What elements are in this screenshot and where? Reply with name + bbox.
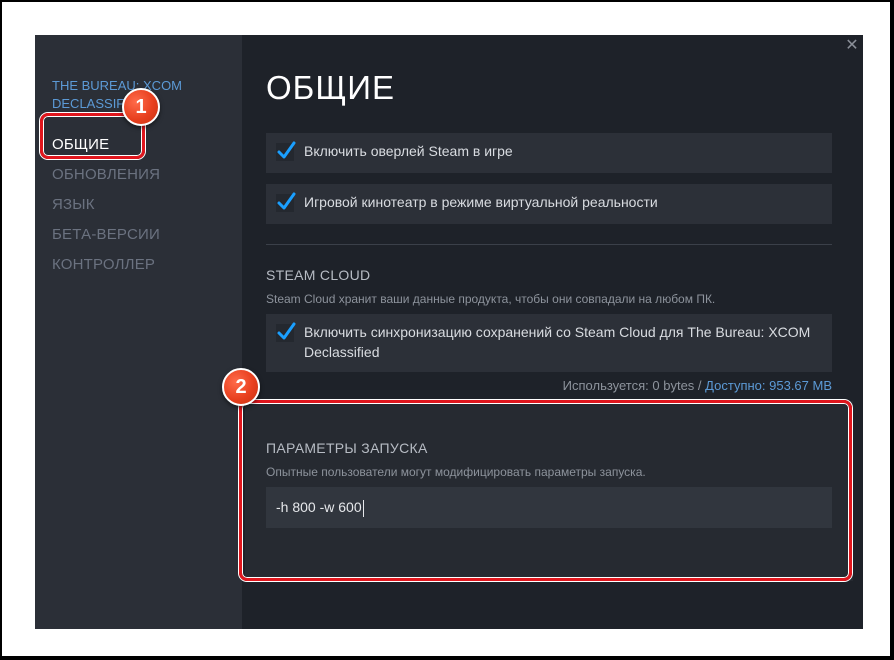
sidebar-item-controller[interactable]: КОНТРОЛЛЕР <box>52 250 160 280</box>
checkmark-icon <box>277 141 296 159</box>
divider <box>266 244 832 245</box>
text-caret <box>362 499 364 517</box>
vr-theater-option-label: Игровой кинотеатр в режиме виртуальной р… <box>304 194 658 210</box>
launch-options-input[interactable]: -h 800 -w 600 <box>266 487 832 528</box>
sidebar-item-updates[interactable]: ОБНОВЛЕНИЯ <box>52 160 160 190</box>
cloud-separator: / <box>697 378 702 393</box>
launch-options-title: ПАРАМЕТРЫ ЗАПУСКА <box>266 440 428 456</box>
close-icon[interactable]: ✕ <box>845 38 859 54</box>
screenshot-frame: THE BUREAU: XCOM DECLASSIFIED ОБЩИЕ ОБНО… <box>2 2 890 656</box>
checkmark-icon <box>277 192 296 210</box>
launch-options-value: -h 800 -w 600 <box>276 499 362 515</box>
cloud-used: Используется: 0 bytes <box>562 378 695 393</box>
launch-options-description: Опытные пользователи могут модифицироват… <box>266 465 646 479</box>
game-properties-window: THE BUREAU: XCOM DECLASSIFIED ОБЩИЕ ОБНО… <box>35 35 863 629</box>
cloud-sync-checkbox[interactable] <box>276 322 296 342</box>
sidebar-item-betas[interactable]: БЕТА-ВЕРСИИ <box>52 220 160 250</box>
cloud-sync-label: Включить синхронизацию сохранений со Ste… <box>304 324 811 360</box>
sidebar-nav: ОБЩИЕ ОБНОВЛЕНИЯ ЯЗЫК БЕТА-ВЕРСИИ КОНТРО… <box>52 130 160 280</box>
sidebar-item-language[interactable]: ЯЗЫК <box>52 190 160 220</box>
cloud-available: Доступно: 953.67 MB <box>705 378 832 393</box>
cloud-usage: Используется: 0 bytes / Доступно: 953.67… <box>563 378 832 393</box>
overlay-option[interactable]: Включить оверлей Steam в игре <box>266 133 832 173</box>
annotation-marker-1: 1 <box>122 88 160 126</box>
page-title: ОБЩИЕ <box>266 69 395 106</box>
overlay-checkbox[interactable] <box>276 141 296 161</box>
vr-theater-checkbox[interactable] <box>276 192 296 212</box>
vr-theater-option[interactable]: Игровой кинотеатр в режиме виртуальной р… <box>266 184 832 224</box>
checkmark-icon <box>277 322 296 340</box>
cloud-sync-option[interactable]: Включить синхронизацию сохранений со Ste… <box>266 314 832 372</box>
annotation-marker-2: 2 <box>222 368 260 406</box>
steam-cloud-description: Steam Cloud хранит ваши данные продукта,… <box>266 292 716 306</box>
overlay-option-label: Включить оверлей Steam в игре <box>304 143 513 159</box>
sidebar-item-general[interactable]: ОБЩИЕ <box>52 130 160 160</box>
steam-cloud-title: STEAM CLOUD <box>266 267 371 283</box>
